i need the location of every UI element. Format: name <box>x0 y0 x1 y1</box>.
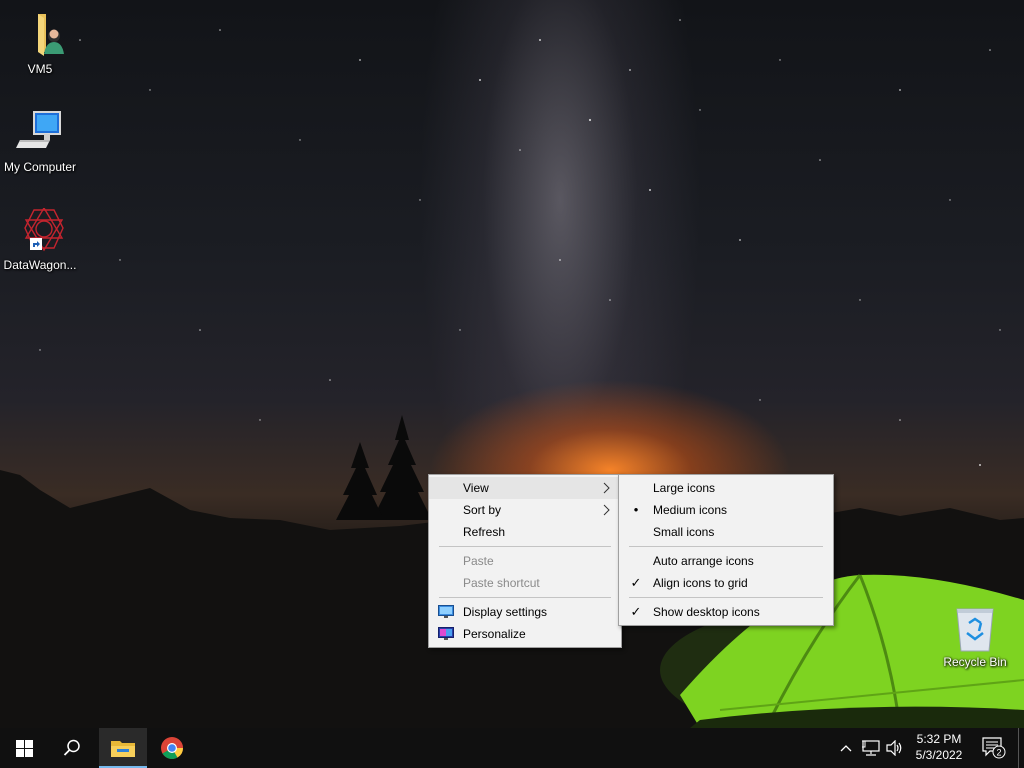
desktop-icon-recycle-bin[interactable]: Recycle Bin <box>935 605 1015 669</box>
desktop-icon-label: DataWagon... <box>3 258 77 272</box>
menu-item-label: Paste shortcut <box>463 576 540 590</box>
menu-item-view[interactable]: View <box>429 477 621 499</box>
menu-separator <box>629 546 823 547</box>
datawagon-shortcut-icon <box>24 208 64 252</box>
view-submenu: Large icons • Medium icons Small icons A… <box>618 474 834 626</box>
taskbar-file-explorer[interactable] <box>99 728 147 768</box>
show-desktop-button[interactable] <box>1018 728 1024 768</box>
menu-item-label: Sort by <box>463 503 502 517</box>
menu-item-label: Small icons <box>653 525 715 539</box>
taskbar: 5:32 PM 5/3/2022 2 <box>0 728 1024 768</box>
desktop-context-menu: View Sort by Refresh Paste Paste shortcu… <box>428 474 622 648</box>
action-center-button[interactable]: 2 <box>982 737 1006 759</box>
submenu-item-auto-arrange[interactable]: Auto arrange icons <box>619 550 833 572</box>
chevron-right-icon <box>603 504 610 516</box>
windows-logo-icon <box>15 739 33 757</box>
taskbar-chrome[interactable] <box>148 728 196 768</box>
search-icon <box>63 739 80 756</box>
menu-separator <box>629 597 823 598</box>
desktop-icon-my-computer[interactable]: My Computer <box>0 110 80 174</box>
menu-item-label: Show desktop icons <box>653 605 760 619</box>
volume-icon <box>886 740 902 756</box>
submenu-item-align-to-grid[interactable]: ✓ Align icons to grid <box>619 572 833 594</box>
menu-item-paste-shortcut[interactable]: Paste shortcut <box>429 572 621 594</box>
computer-icon <box>16 111 61 148</box>
clock[interactable]: 5:32 PM 5/3/2022 <box>908 731 970 763</box>
clock-time: 5:32 PM <box>916 732 962 746</box>
menu-item-label: Medium icons <box>653 503 728 517</box>
display-settings-icon <box>438 605 454 618</box>
notification-count: 2 <box>996 748 1001 758</box>
notification-icon: 2 <box>982 737 1006 759</box>
menu-item-label: View <box>463 481 489 495</box>
submenu-item-show-desktop-icons[interactable]: ✓ Show desktop icons <box>619 601 833 623</box>
menu-item-personalize[interactable]: Personalize <box>429 623 621 645</box>
menu-separator <box>439 597 611 598</box>
menu-item-label: Auto arrange icons <box>653 554 754 568</box>
checkmark-icon: ✓ <box>630 604 642 619</box>
volume-tray-button[interactable] <box>884 738 906 758</box>
chevron-up-icon <box>840 745 852 752</box>
menu-item-label: Personalize <box>463 627 526 641</box>
network-icon <box>862 740 880 756</box>
desktop-icon-label: VM5 <box>27 62 53 76</box>
network-tray-button[interactable] <box>860 738 882 758</box>
chevron-right-icon <box>603 482 610 494</box>
personalize-icon <box>438 627 454 640</box>
menu-item-label: Refresh <box>463 525 506 539</box>
menu-item-sort-by[interactable]: Sort by <box>429 499 621 521</box>
chrome-icon <box>161 737 183 759</box>
desktop-icon-datawagon[interactable]: DataWagon... <box>0 208 80 272</box>
show-hidden-icons-button[interactable] <box>838 738 854 758</box>
menu-separator <box>439 546 611 547</box>
menu-item-label: Large icons <box>653 481 716 495</box>
radio-dot-icon: • <box>633 502 639 517</box>
menu-item-label: Align icons to grid <box>653 576 748 590</box>
desktop-icon-vm5[interactable]: VM5 <box>0 12 80 76</box>
menu-item-label: Paste <box>463 554 494 568</box>
recycle-bin-icon <box>956 608 994 652</box>
desktop-icon-label: Recycle Bin <box>943 655 1007 669</box>
file-explorer-icon <box>111 741 135 757</box>
search-button[interactable] <box>48 728 96 768</box>
menu-item-display-settings[interactable]: Display settings <box>429 601 621 623</box>
menu-item-label: Display settings <box>463 605 548 619</box>
folder-user-icon <box>38 14 64 56</box>
checkmark-icon: ✓ <box>630 575 642 590</box>
desktop-icon-label: My Computer <box>3 160 77 174</box>
submenu-item-small-icons[interactable]: Small icons <box>619 521 833 543</box>
menu-item-refresh[interactable]: Refresh <box>429 521 621 543</box>
menu-item-paste[interactable]: Paste <box>429 550 621 572</box>
clock-date: 5/3/2022 <box>915 748 963 762</box>
submenu-item-large-icons[interactable]: Large icons <box>619 477 833 499</box>
submenu-item-medium-icons[interactable]: • Medium icons <box>619 499 833 521</box>
start-button[interactable] <box>0 728 48 768</box>
